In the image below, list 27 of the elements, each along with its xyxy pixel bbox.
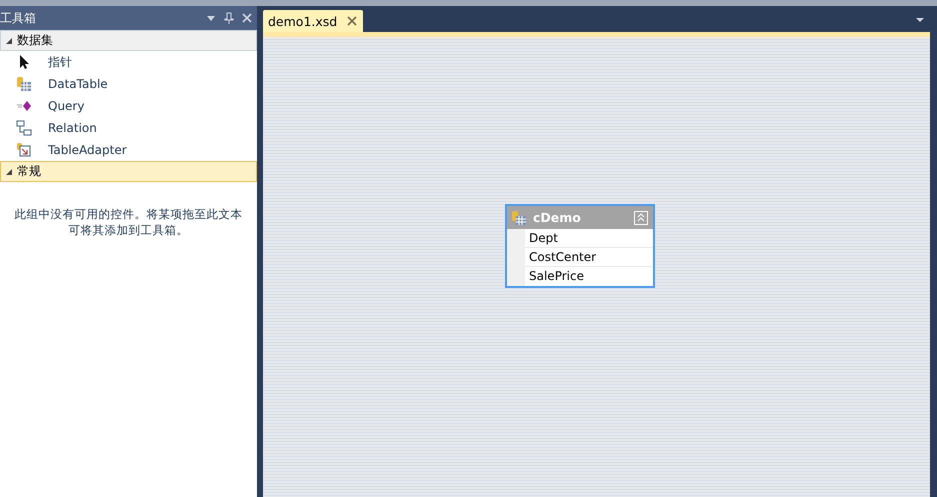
- row-gutter: [507, 267, 525, 286]
- table-icon: [511, 210, 527, 226]
- relation-icon: [16, 120, 32, 136]
- row-gutter: [507, 229, 525, 248]
- expand-icon: [5, 36, 13, 44]
- column-name[interactable]: SalePrice: [525, 267, 653, 286]
- table-node[interactable]: cDemo Dept CostCenter SalePrice: [505, 204, 655, 288]
- collapse-icon[interactable]: [633, 210, 649, 226]
- panel-title: 工具箱: [0, 10, 36, 26]
- table-icon: [16, 76, 32, 92]
- pin-icon[interactable]: [223, 12, 235, 24]
- column-name[interactable]: CostCenter: [525, 248, 653, 267]
- table-name: cDemo: [533, 210, 582, 225]
- toolbox-item[interactable]: TableAdapter: [48, 143, 127, 157]
- table-adapter-icon: [16, 142, 32, 158]
- close-icon[interactable]: [347, 16, 358, 26]
- toolbox-item[interactable]: 指针: [48, 54, 72, 70]
- toolbox-item[interactable]: DataTable: [48, 77, 108, 91]
- group-header[interactable]: 常规: [0, 161, 257, 182]
- empty-message: 此组中没有可用的控件。将某项拖至此文本可将其添加到工具箱。: [14, 206, 244, 238]
- dropdown-icon[interactable]: [915, 16, 925, 24]
- group-header[interactable]: 数据集: [0, 30, 257, 51]
- toolbox-item[interactable]: Relation: [48, 121, 97, 135]
- document-tab[interactable]: demo1.xsd: [263, 10, 364, 32]
- column-name[interactable]: Dept: [525, 229, 653, 248]
- expand-icon: [5, 168, 13, 176]
- toolbox-item[interactable]: Query: [48, 99, 84, 113]
